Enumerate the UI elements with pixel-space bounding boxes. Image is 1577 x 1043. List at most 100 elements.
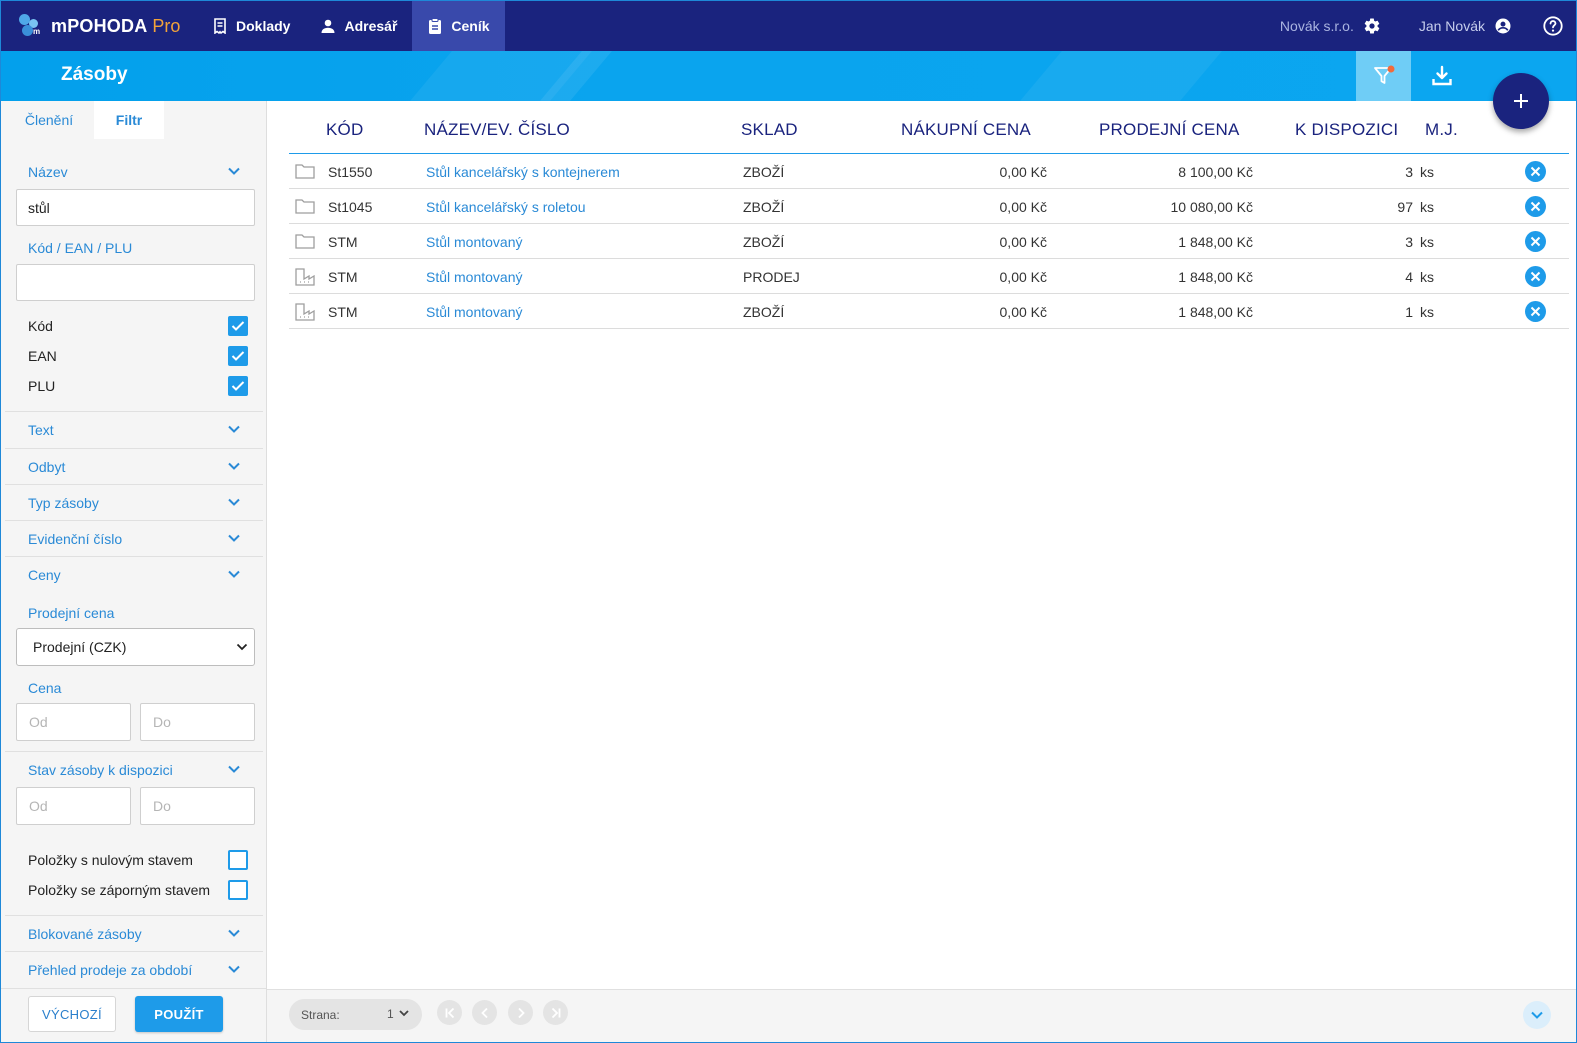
app-logo[interactable]: m mPOHODA Pro <box>1 1 197 51</box>
checkbox-negative-stock[interactable] <box>228 880 248 900</box>
stock-from-input[interactable]: Od <box>16 787 131 825</box>
app-edition: Pro <box>152 15 181 36</box>
chevron-down-icon <box>228 425 240 433</box>
section-typ-zasoby-label: Typ zásoby <box>28 495 99 511</box>
chevron-down-icon <box>228 765 240 773</box>
cell-buy-price: 0,00 Kč <box>999 234 1047 250</box>
first-page-button[interactable] <box>437 1000 462 1025</box>
remove-row-button[interactable] <box>1525 196 1546 217</box>
checkbox-plu-label: PLU <box>28 378 56 394</box>
col-nakupni-cena[interactable]: NÁKUPNÍ CENA <box>901 120 1031 140</box>
table-row[interactable]: STM Stůl montovaný PRODEJ 0,00 Kč 1 848,… <box>289 259 1569 294</box>
folder-icon <box>295 234 315 249</box>
price-to-input[interactable]: Do <box>140 703 255 741</box>
check-icon <box>231 351 245 361</box>
cell-name-link[interactable]: Stůl montovaný <box>426 269 523 285</box>
section-prehled-prodeje[interactable]: Přehled prodeje za období <box>5 952 263 988</box>
code-filter-input[interactable] <box>16 264 255 301</box>
cell-qty: 4 <box>1405 269 1413 285</box>
user-menu[interactable]: Jan Novák <box>1419 17 1512 35</box>
chevron-left-icon <box>480 1007 488 1018</box>
next-page-button[interactable] <box>508 1000 533 1025</box>
page-header-bar: Zásoby <box>1 51 1576 101</box>
section-blokovane-zasoby-label: Blokované zásoby <box>28 926 142 942</box>
nav-doklady-label: Doklady <box>236 18 291 34</box>
table-row[interactable]: STM Stůl montovaný ZBOŽÍ 0,00 Kč 1 848,0… <box>289 294 1569 329</box>
checkbox-kod[interactable] <box>228 316 248 336</box>
cell-name-link[interactable]: Stůl kancelářský s roletou <box>426 199 586 215</box>
section-blokovane-zasoby[interactable]: Blokované zásoby <box>5 916 263 952</box>
help-icon <box>1543 16 1563 36</box>
add-item-button[interactable] <box>1493 73 1549 129</box>
section-nazev[interactable]: Název <box>5 154 263 190</box>
reset-default-button[interactable]: VÝCHOZÍ <box>28 996 116 1032</box>
table-row[interactable]: STM Stůl montovaný ZBOŽÍ 0,00 Kč 1 848,0… <box>289 224 1569 259</box>
remove-row-button[interactable] <box>1525 266 1546 287</box>
col-k-dispozici[interactable]: K DISPOZICI <box>1295 120 1398 140</box>
export-button[interactable] <box>1414 51 1469 101</box>
checkbox-row-plu[interactable]: PLU <box>28 375 248 397</box>
section-odbyt-label: Odbyt <box>28 459 66 475</box>
cell-unit: ks <box>1420 199 1434 215</box>
chevron-down-icon <box>228 965 240 973</box>
checkbox-row-kod[interactable]: Kód <box>28 315 248 337</box>
price-type-value: Prodejní (CZK) <box>33 639 127 655</box>
filter-toggle-button[interactable] <box>1356 51 1411 101</box>
stock-to-input[interactable]: Do <box>140 787 255 825</box>
chevron-down-icon <box>1531 1011 1543 1019</box>
table-row[interactable]: St1550 Stůl kancelářský s kontejnerem ZB… <box>289 154 1569 189</box>
help-button[interactable] <box>1542 15 1564 37</box>
name-filter-input[interactable] <box>16 189 255 226</box>
previous-page-button[interactable] <box>472 1000 497 1025</box>
close-icon <box>1530 306 1541 317</box>
cell-name-link[interactable]: Stůl kancelářský s kontejnerem <box>426 164 620 180</box>
zero-stock-label: Položky s nulovým stavem <box>28 852 193 868</box>
price-type-select[interactable]: Prodejní (CZK) <box>16 628 255 666</box>
cell-qty: 3 <box>1405 234 1413 250</box>
section-evidencni-cislo[interactable]: Evidenční číslo <box>5 521 263 557</box>
col-nazev[interactable]: NÁZEV/EV. ČÍSLO <box>424 120 570 140</box>
section-stav-zasoby[interactable]: Stav zásoby k dispozici <box>5 752 263 788</box>
remove-row-button[interactable] <box>1525 161 1546 182</box>
section-odbyt[interactable]: Odbyt <box>5 449 263 485</box>
cell-sell-price: 1 848,00 Kč <box>1178 304 1253 320</box>
section-typ-zasoby[interactable]: Typ zásoby <box>5 485 263 521</box>
top-navbar: m mPOHODA Pro Doklady Adresář Ceník Nová… <box>1 1 1576 51</box>
checkbox-row-negative-stock[interactable]: Položky se záporným stavem <box>28 879 248 901</box>
section-text[interactable]: Text <box>5 412 263 448</box>
last-page-button[interactable] <box>543 1000 568 1025</box>
checkbox-ean[interactable] <box>228 346 248 366</box>
gear-icon[interactable] <box>1363 17 1381 35</box>
col-sklad[interactable]: SKLAD <box>741 120 798 140</box>
checkbox-row-ean[interactable]: EAN <box>28 345 248 367</box>
nav-cenik[interactable]: Ceník <box>412 1 505 51</box>
cell-code: STM <box>328 234 358 250</box>
price-from-input[interactable]: Od <box>16 703 131 741</box>
page-selector[interactable]: Strana: 1 <box>289 999 422 1030</box>
remove-row-button[interactable] <box>1525 301 1546 322</box>
cell-name-link[interactable]: Stůl montovaný <box>426 234 523 250</box>
col-prodejni-cena[interactable]: PRODEJNÍ CENA <box>1099 120 1240 140</box>
company-selector[interactable]: Novák s.r.o. <box>1280 17 1381 35</box>
cell-qty: 1 <box>1405 304 1413 320</box>
checkbox-zero-stock[interactable] <box>228 850 248 870</box>
nav-adresar[interactable]: Adresář <box>305 1 412 51</box>
section-ceny[interactable]: Ceny <box>5 557 263 593</box>
remove-row-button[interactable] <box>1525 231 1546 252</box>
tab-cleneni[interactable]: Členění <box>4 101 94 139</box>
apply-filter-button[interactable]: POUŽÍT <box>135 996 223 1032</box>
checkbox-plu[interactable] <box>228 376 248 396</box>
download-icon <box>1431 65 1452 86</box>
nav-doklady[interactable]: Doklady <box>197 1 305 51</box>
table-row[interactable]: St1045 Stůl kancelářský s roletou ZBOŽÍ … <box>289 189 1569 224</box>
cell-name-link[interactable]: Stůl montovaný <box>426 304 523 320</box>
close-icon <box>1530 271 1541 282</box>
tab-filtr[interactable]: Filtr <box>94 101 164 139</box>
col-mj[interactable]: M.J. <box>1425 120 1458 140</box>
folder-icon <box>295 199 315 214</box>
section-text-label: Text <box>28 422 54 438</box>
checkbox-row-zero-stock[interactable]: Položky s nulovým stavem <box>28 849 248 871</box>
col-kod[interactable]: KÓD <box>326 120 363 140</box>
expand-footer-button[interactable] <box>1523 1001 1551 1029</box>
negative-stock-label: Položky se záporným stavem <box>28 882 211 898</box>
